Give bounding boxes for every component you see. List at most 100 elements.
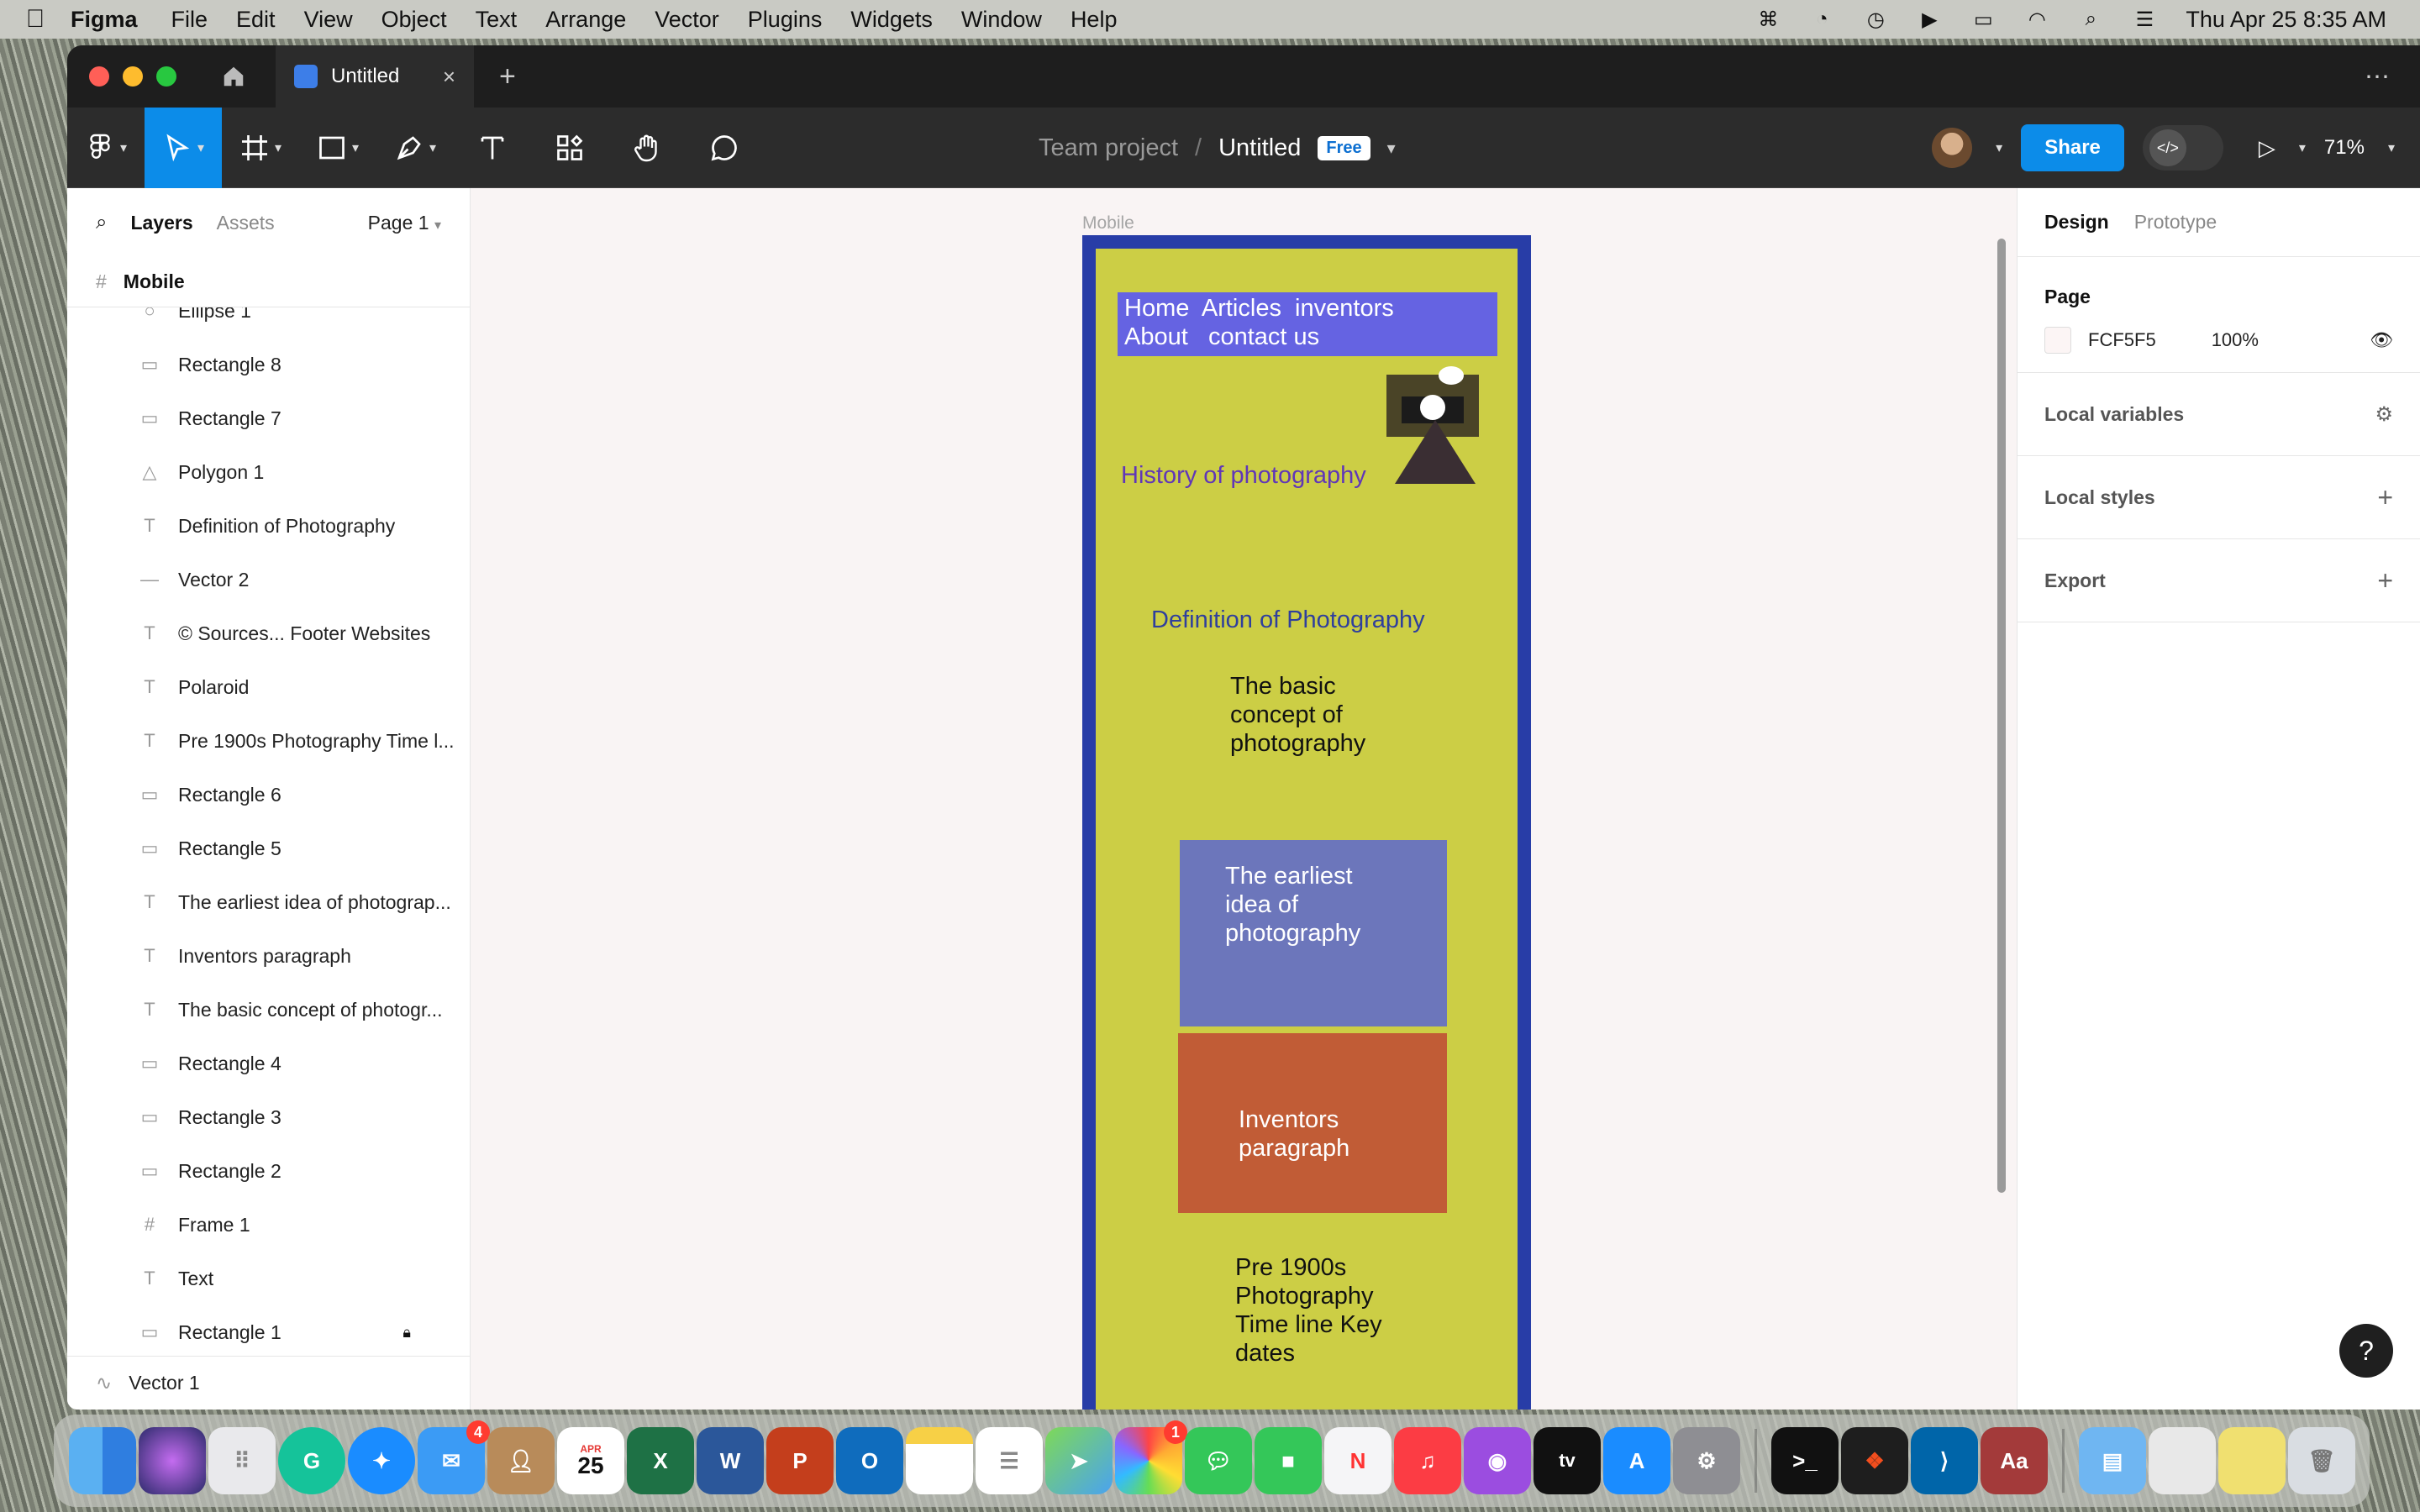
basic-concept-text[interactable]: The basic concept of photography — [1230, 672, 1398, 758]
vscode-icon[interactable]: ⟩ — [1911, 1427, 1978, 1494]
menu-file[interactable]: File — [171, 7, 208, 33]
grammarly-icon[interactable]: G — [278, 1427, 345, 1494]
resources-tool-button[interactable] — [531, 108, 608, 188]
menu-object[interactable]: Object — [381, 7, 447, 33]
calendar-icon[interactable]: APR 25 — [557, 1427, 624, 1494]
menu-text[interactable]: Text — [476, 7, 518, 33]
app-menu[interactable]: Figma — [71, 7, 138, 33]
plan-badge[interactable]: Free — [1318, 135, 1370, 160]
layer-row[interactable]: ▭ Rectangle 4 — [67, 1037, 470, 1090]
layer-row[interactable]: ▭ Rectangle 7 — [67, 391, 470, 445]
tab-design[interactable]: Design — [2044, 211, 2109, 234]
time-machine-icon[interactable]: ◷ — [1863, 7, 1888, 32]
menu-help[interactable]: Help — [1071, 7, 1118, 33]
canvas-scrollbar[interactable] — [1997, 239, 2006, 1193]
facetime-icon[interactable]: ■ — [1255, 1427, 1322, 1494]
variables-settings-icon[interactable]: ⚙︎ — [2375, 402, 2393, 427]
applications-folder-icon[interactable]: ▤ — [2079, 1427, 2146, 1494]
sync-icon[interactable]: ◔ — [1809, 7, 1834, 32]
comment-tool-button[interactable] — [686, 108, 763, 188]
messages-icon[interactable]: 💬︎ — [1185, 1427, 1252, 1494]
documents-stack-icon[interactable] — [2218, 1427, 2286, 1494]
nav-bar[interactable]: Home Articles inventors About contact us — [1118, 292, 1497, 356]
contacts-icon[interactable]: 👤︎ — [487, 1427, 555, 1494]
tab-untitled[interactable]: Untitled × — [276, 45, 474, 108]
figma-status-icon[interactable]: ⌘ — [1755, 7, 1781, 32]
news-icon[interactable]: N — [1324, 1427, 1392, 1494]
search-icon[interactable]: ⌕ — [96, 211, 107, 234]
wifi-icon[interactable]: ◠ — [2024, 7, 2049, 32]
present-play-icon[interactable]: ▷ — [2259, 135, 2275, 161]
outlook-icon[interactable]: O — [836, 1427, 903, 1494]
dev-mode-toggle[interactable]: </> — [2142, 125, 2223, 171]
chevron-down-icon[interactable]: ▾ — [2388, 139, 2395, 156]
layer-frame-mobile[interactable]: # Mobile — [67, 257, 470, 307]
add-style-icon[interactable]: + — [2377, 482, 2393, 513]
podcasts-icon[interactable]: ◉ — [1464, 1427, 1531, 1494]
frame-tool-button[interactable]: ▾ — [222, 108, 299, 188]
layer-row[interactable]: ○ Ellipse 1 — [67, 307, 470, 338]
eye-icon[interactable]: 👁︎ — [2370, 329, 2393, 351]
lock-icon[interactable]: 🔒︎ — [402, 1324, 411, 1341]
close-window-button[interactable] — [89, 66, 109, 87]
music-icon[interactable]: ♫ — [1394, 1427, 1461, 1494]
new-tab-button[interactable]: + — [499, 60, 516, 93]
home-icon[interactable] — [217, 60, 250, 93]
menu-vector[interactable]: Vector — [655, 7, 719, 33]
control-center-icon[interactable]: ☰ — [2132, 7, 2157, 32]
excel-icon[interactable]: X — [627, 1427, 694, 1494]
camera-flash[interactable] — [1439, 366, 1464, 385]
layer-row[interactable]: ▭ Rectangle 5 — [67, 822, 470, 875]
layer-row[interactable]: T Inventors paragraph — [67, 929, 470, 983]
layer-row[interactable]: ▭ Rectangle 3 — [67, 1090, 470, 1144]
mobile-frame[interactable]: Home Articles inventors About contact us… — [1082, 235, 1531, 1410]
more-options-icon[interactable]: ⋯ — [2365, 62, 2391, 92]
local-styles-row[interactable]: Local styles + — [2044, 456, 2393, 538]
app-store-icon[interactable]: A — [1603, 1427, 1670, 1494]
file-name[interactable]: Untitled — [1218, 134, 1301, 162]
local-variables-row[interactable]: Local variables ⚙︎ — [2044, 373, 2393, 455]
notes-icon[interactable] — [906, 1427, 973, 1494]
hand-tool-button[interactable] — [608, 108, 686, 188]
zoom-window-button[interactable] — [156, 66, 176, 87]
chevron-down-icon[interactable]: ▾ — [1996, 139, 2002, 156]
layer-row[interactable]: ∿ Vector 1 — [67, 1356, 470, 1410]
text-tool-button[interactable] — [454, 108, 531, 188]
chevron-down-icon[interactable]: ▾ — [1387, 138, 1396, 159]
page-select[interactable]: Page 1 ▾ — [368, 212, 441, 234]
tab-prototype[interactable]: Prototype — [2134, 211, 2217, 234]
menu-arrange[interactable]: Arrange — [545, 7, 626, 33]
trash-icon[interactable]: 🗑︎ — [2288, 1427, 2355, 1494]
mobile-background[interactable]: Home Articles inventors About contact us… — [1096, 249, 1518, 1410]
minimize-window-button[interactable] — [123, 66, 143, 87]
layer-row[interactable]: — Vector 2 — [67, 553, 470, 606]
menu-view[interactable]: View — [304, 7, 353, 33]
page-opacity-value[interactable]: 100% — [2212, 329, 2259, 351]
menubar-clock[interactable]: Thu Apr 25 8:35 AM — [2186, 7, 2386, 33]
timeline-text[interactable]: Pre 1900s Photography Time line Key date… — [1235, 1253, 1403, 1368]
word-icon[interactable]: W — [697, 1427, 764, 1494]
safari-icon[interactable]: ✦ — [348, 1427, 415, 1494]
breadcrumb-team[interactable]: Team project — [1039, 134, 1178, 162]
layer-row[interactable]: T The earliest idea of photograp... — [67, 875, 470, 929]
photos-icon[interactable]: 1 — [1115, 1420, 1187, 1494]
mail-icon[interactable]: ✉ 4 — [418, 1420, 490, 1494]
zoom-level[interactable]: 71% — [2324, 136, 2365, 160]
layer-row[interactable]: T The basic concept of photogr... — [67, 983, 470, 1037]
earliest-idea-card[interactable]: The earliest idea of photography — [1180, 840, 1447, 1026]
powerpoint-icon[interactable]: P — [766, 1427, 834, 1494]
frame-label[interactable]: Mobile — [1082, 213, 1134, 234]
page-color-swatch[interactable] — [2044, 327, 2071, 354]
export-row[interactable]: Export + — [2044, 539, 2393, 622]
battery-icon[interactable]: ▭ — [1970, 7, 1996, 32]
menu-window[interactable]: Window — [961, 7, 1042, 33]
layer-row[interactable]: T Text — [67, 1252, 470, 1305]
layer-row[interactable]: ▭ Rectangle 6 — [67, 768, 470, 822]
maps-icon[interactable]: ➤ — [1045, 1427, 1113, 1494]
tab-assets[interactable]: Assets — [217, 212, 275, 234]
system-settings-icon[interactable]: ⚙︎ — [1673, 1427, 1740, 1494]
reminders-icon[interactable]: ☰ — [976, 1427, 1043, 1494]
layer-row[interactable]: T Definition of Photography — [67, 499, 470, 553]
close-tab-icon[interactable]: × — [443, 64, 455, 90]
downloads-stack-icon[interactable] — [2149, 1427, 2216, 1494]
